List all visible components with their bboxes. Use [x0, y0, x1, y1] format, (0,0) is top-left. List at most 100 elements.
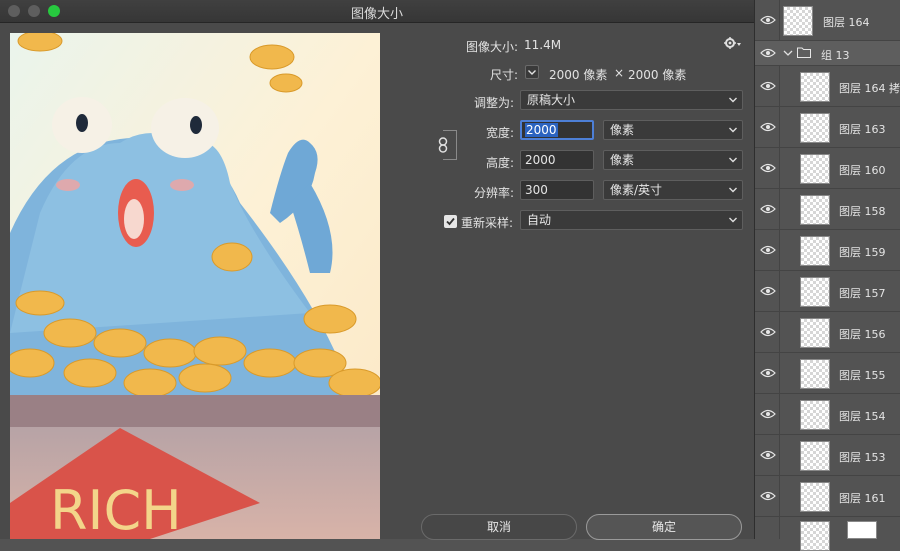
layer-name: 图层 164 拷: [839, 82, 900, 95]
dimensions-label: 尺寸:: [489, 68, 518, 82]
image-size-label: 图像大小:: [465, 40, 518, 54]
layer-row[interactable]: 图层 153: [755, 435, 900, 476]
checkmark-icon: [446, 217, 455, 226]
layer-row[interactable]: 图层 157: [755, 271, 900, 312]
resample-label: 重新采样:: [461, 216, 514, 230]
layer-row[interactable]: 图层 164 拷: [755, 66, 900, 107]
chevron-down-icon: [729, 157, 737, 163]
layer-thumbnail: [800, 400, 830, 430]
folder-icon: [797, 47, 811, 58]
layer-name: 图层 153: [839, 451, 886, 464]
dimensions-width: 2000 像素: [549, 68, 608, 82]
group-name: 组 13: [821, 49, 850, 62]
width-value: 2000: [525, 123, 558, 137]
eye-icon[interactable]: [760, 491, 776, 501]
ok-button[interactable]: 确定: [586, 514, 742, 540]
layer-thumbnail: [800, 482, 830, 512]
layer-name: 图层 157: [839, 287, 886, 300]
resolution-unit-select[interactable]: 像素/英寸: [603, 180, 743, 200]
height-unit-value: 像素: [610, 153, 635, 167]
eye-icon[interactable]: [760, 286, 776, 296]
title-bar: 图像大小: [0, 0, 754, 23]
layer-name: 图层 160: [839, 164, 886, 177]
eye-icon[interactable]: [760, 163, 776, 173]
chevron-down-icon: [729, 187, 737, 193]
eye-icon[interactable]: [760, 15, 776, 25]
width-input[interactable]: 2000: [520, 120, 594, 140]
layer-mask-thumbnail: [847, 521, 877, 539]
layer-row[interactable]: 图层 161: [755, 476, 900, 517]
visibility-column: [755, 517, 780, 539]
fit-to-value: 原稿大小: [527, 93, 576, 107]
chevron-down-icon: [528, 70, 536, 75]
eye-icon[interactable]: [760, 48, 776, 58]
eye-icon[interactable]: [760, 81, 776, 91]
layer-row[interactable]: 图层 155: [755, 353, 900, 394]
eye-icon[interactable]: [760, 368, 776, 378]
eye-icon[interactable]: [760, 204, 776, 214]
layer-thumbnail: [800, 195, 830, 225]
chevron-down-icon: [729, 217, 737, 223]
preview-artwork: RICH: [10, 33, 380, 539]
chevron-down-icon[interactable]: [783, 49, 793, 57]
chevron-down-icon: [729, 127, 737, 133]
height-input[interactable]: 2000: [520, 150, 594, 170]
resample-value: 自动: [527, 213, 552, 227]
layer-name: 图层 156: [839, 328, 886, 341]
width-unit-value: 像素: [610, 123, 635, 137]
layers-panel: 图层 164 组 13 图层 164 拷 图层 163 图层 160 图层 15…: [755, 0, 900, 551]
resolution-input[interactable]: 300: [520, 180, 594, 200]
layer-row[interactable]: 图层 156: [755, 312, 900, 353]
layer-thumbnail: [800, 72, 830, 102]
layer-row[interactable]: 图层 160: [755, 148, 900, 189]
dimensions-height: 2000 像素: [628, 68, 687, 82]
width-unit-select[interactable]: 像素: [603, 120, 743, 140]
gear-icon[interactable]: [723, 36, 741, 50]
dimensions-times: ×: [614, 66, 625, 80]
image-preview[interactable]: RICH: [10, 33, 380, 539]
layer-name: 图层 154: [839, 410, 886, 423]
eye-icon[interactable]: [760, 122, 776, 132]
chevron-down-icon: [729, 97, 737, 103]
eye-icon[interactable]: [760, 450, 776, 460]
layer-name: 图层 164: [823, 16, 870, 29]
layer-thumbnail: [800, 236, 830, 266]
cancel-button[interactable]: 取消: [421, 514, 577, 540]
layer-name: 图层 161: [839, 492, 886, 505]
resample-checkbox[interactable]: [444, 215, 457, 228]
layer-name: 图层 163: [839, 123, 886, 136]
fit-to-select[interactable]: 原稿大小: [520, 90, 743, 110]
layer-thumbnail: [800, 318, 830, 348]
layer-group-row[interactable]: 组 13: [755, 41, 900, 66]
image-size-dialog: 图像大小 RICH 图像大小: 11.4M 尺寸: 2000 像素 × 2000…: [0, 0, 755, 540]
layer-row[interactable]: [755, 517, 900, 551]
layer-thumbnail: [783, 6, 813, 36]
fit-to-label: 调整为:: [473, 96, 514, 110]
preview-caption: RICH: [50, 479, 182, 539]
width-label: 宽度:: [485, 126, 514, 140]
layer-thumbnail: [800, 154, 830, 184]
dialog-title: 图像大小: [350, 7, 403, 22]
layer-row[interactable]: 图层 158: [755, 189, 900, 230]
resolution-unit-value: 像素/英寸: [610, 183, 663, 197]
layer-row[interactable]: 图层 159: [755, 230, 900, 271]
resolution-label: 分辨率:: [473, 186, 514, 200]
layer-thumbnail: [800, 113, 830, 143]
dimensions-dropdown[interactable]: [525, 65, 539, 79]
layer-thumbnail: [800, 441, 830, 471]
layer-name: 图层 155: [839, 369, 886, 382]
layer-row[interactable]: 图层 164: [755, 0, 900, 41]
height-label: 高度:: [485, 156, 514, 170]
layer-row[interactable]: 图层 154: [755, 394, 900, 435]
layer-thumbnail: [800, 277, 830, 307]
height-unit-select[interactable]: 像素: [603, 150, 743, 170]
eye-icon[interactable]: [760, 327, 776, 337]
layer-row[interactable]: 图层 163: [755, 107, 900, 148]
eye-icon[interactable]: [760, 409, 776, 419]
image-size-value: 11.4M: [524, 38, 562, 52]
height-value: 2000: [525, 153, 556, 167]
layer-name: 图层 158: [839, 205, 886, 218]
layer-name: 图层 159: [839, 246, 886, 259]
eye-icon[interactable]: [760, 245, 776, 255]
resample-select[interactable]: 自动: [520, 210, 743, 230]
